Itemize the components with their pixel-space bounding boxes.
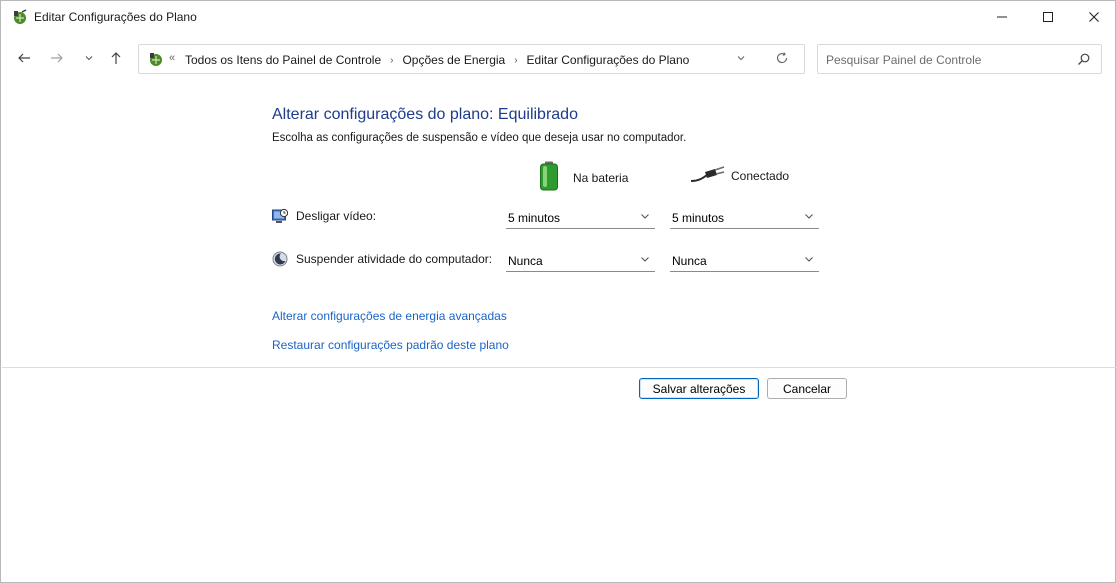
maximize-button[interactable] (1025, 1, 1071, 33)
column-header-plugged: Conectado (690, 165, 790, 186)
select-value: 5 minutos (672, 211, 725, 225)
window-title: Editar Configurações do Plano (34, 10, 197, 24)
sleep-plugged-select[interactable]: Nunca (670, 250, 819, 272)
up-button[interactable] (105, 47, 127, 69)
back-button[interactable] (13, 47, 35, 69)
arrow-right-icon (51, 53, 63, 63)
address-dropdown-button[interactable] (736, 52, 746, 66)
breadcrumb-item-control-panel[interactable]: Todos os Itens do Painel de Controle (184, 53, 382, 67)
select-value: 5 minutos (508, 211, 561, 225)
navigation-bar: « Todos os Itens do Painel de Controle ›… (1, 41, 1115, 77)
chevron-down-icon (85, 56, 93, 61)
restore-defaults-link[interactable]: Restaurar configurações padrão deste pla… (272, 338, 509, 352)
title-bar: Editar Configurações do Plano (1, 1, 1115, 33)
setting-row-sleep-label: Suspender atividade do computador: (272, 251, 492, 267)
search-icon[interactable] (1077, 52, 1091, 69)
breadcrumb-item-edit-plan[interactable]: Editar Configurações do Plano (526, 53, 691, 67)
breadcrumb-overflow[interactable]: « (169, 52, 175, 64)
refresh-button[interactable] (775, 51, 789, 68)
power-options-icon (148, 51, 164, 67)
column-header-battery: Na bateria (539, 161, 628, 194)
recent-locations-button[interactable] (78, 47, 100, 69)
display-off-label: Desligar vídeo: (296, 209, 377, 223)
search-input[interactable]: Pesquisar Painel de Controle (826, 53, 981, 67)
arrow-left-icon (18, 53, 30, 63)
display-off-plugged-select[interactable]: 5 minutos (670, 207, 819, 229)
cancel-button[interactable]: Cancelar (767, 378, 847, 399)
setting-row-display-label: Desligar vídeo: (272, 208, 376, 224)
chevron-down-icon (639, 210, 651, 225)
power-plan-window: Editar Configurações do Plano « Todos os… (0, 0, 1116, 583)
arrow-up-icon (111, 52, 121, 64)
power-options-icon (12, 9, 28, 25)
chevron-down-icon (737, 56, 745, 61)
breadcrumb-item-power-options[interactable]: Opções de Energia (401, 53, 506, 67)
sleep-label: Suspender atividade do computador: (296, 252, 493, 266)
breadcrumb: Todos os Itens do Painel de Controle › O… (184, 53, 690, 67)
address-bar[interactable]: « Todos os Itens do Painel de Controle ›… (138, 44, 805, 74)
display-off-battery-select[interactable]: 5 minutos (506, 207, 655, 229)
chevron-down-icon (803, 253, 815, 268)
close-button[interactable] (1071, 1, 1116, 33)
select-value: Nunca (672, 254, 707, 268)
select-value: Nunca (508, 254, 543, 268)
sleep-moon-icon (272, 251, 288, 267)
forward-button[interactable] (46, 47, 68, 69)
column-label-plugged: Conectado (731, 168, 790, 183)
search-box[interactable]: Pesquisar Painel de Controle (817, 44, 1102, 74)
refresh-icon (776, 52, 788, 64)
page-title: Alterar configurações do plano: Equilibr… (272, 106, 578, 123)
sleep-battery-select[interactable]: Nunca (506, 250, 655, 272)
power-plug-icon (690, 165, 725, 186)
minimize-button[interactable] (979, 1, 1025, 33)
page-description: Escolha as configurações de suspensão e … (272, 132, 687, 144)
advanced-settings-link[interactable]: Alterar configurações de energia avançad… (272, 309, 507, 323)
chevron-down-icon (639, 253, 651, 268)
breadcrumb-separator[interactable]: › (382, 55, 401, 66)
chevron-down-icon (803, 210, 815, 225)
battery-icon (539, 161, 559, 194)
breadcrumb-separator[interactable]: › (506, 55, 525, 66)
column-label-battery: Na bateria (573, 170, 629, 185)
save-button[interactable]: Salvar alterações (639, 378, 759, 399)
divider (2, 367, 1116, 368)
display-icon (272, 208, 289, 224)
